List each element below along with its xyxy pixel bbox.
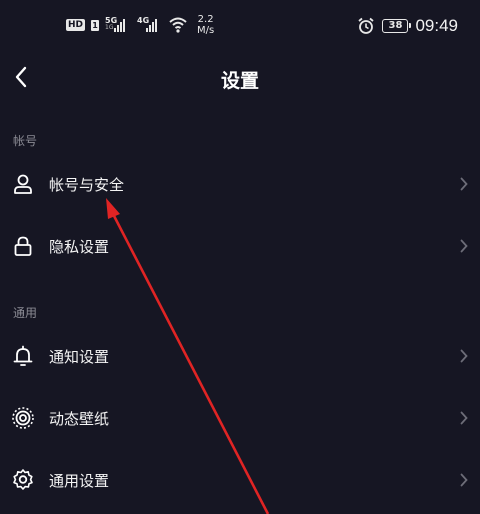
chevron-right-icon [458, 238, 470, 254]
status-bar: HD 1 5G 1G 4G 2.2 M/s 38 09:49 [0, 0, 480, 56]
alarm-icon [357, 17, 375, 35]
wifi-icon [169, 17, 187, 33]
bell-icon [11, 344, 35, 368]
row-live-wallpaper[interactable]: 动态壁纸 [0, 390, 480, 446]
row-label: 帐号与安全 [49, 175, 125, 194]
sim-badge: 1 [91, 19, 100, 31]
row-label: 隐私设置 [49, 237, 110, 256]
speed-value: 2.2 [197, 14, 214, 25]
row-notification-settings[interactable]: 通知设置 [0, 328, 480, 384]
row-label: 通知设置 [49, 347, 110, 366]
gear-icon [11, 468, 35, 492]
speed-unit: M/s [197, 25, 215, 36]
wallpaper-icon [11, 406, 35, 430]
battery-indicator: 38 [382, 19, 412, 33]
page-title: 设置 [220, 70, 259, 92]
network-speed: 2.2 M/s [197, 14, 214, 36]
row-privacy-settings[interactable]: 隐私设置 [0, 218, 480, 274]
status-left: HD 1 5G 1G 4G 2.2 M/s [66, 14, 214, 36]
clock: 09:49 [415, 16, 458, 35]
chevron-right-icon [458, 410, 470, 426]
chevron-right-icon [458, 176, 470, 192]
lock-icon [11, 234, 35, 258]
row-label: 动态壁纸 [49, 409, 110, 428]
person-icon [11, 172, 35, 196]
section-header-general: 通用 [13, 306, 38, 320]
chevron-right-icon [458, 348, 470, 364]
hd-badge: HD [66, 19, 86, 31]
row-general-settings[interactable]: 通用设置 [0, 452, 480, 508]
signal-icon-2: 4G [137, 16, 163, 33]
network-sub-1: 1G [105, 24, 114, 31]
row-label: 通用设置 [49, 471, 110, 490]
status-right: 38 09:49 [357, 16, 458, 36]
row-account-security[interactable]: 帐号与安全 [0, 156, 480, 212]
section-header-account: 帐号 [13, 134, 38, 148]
chevron-right-icon [458, 472, 470, 488]
signal-icon-1: 5G 1G [105, 16, 131, 33]
